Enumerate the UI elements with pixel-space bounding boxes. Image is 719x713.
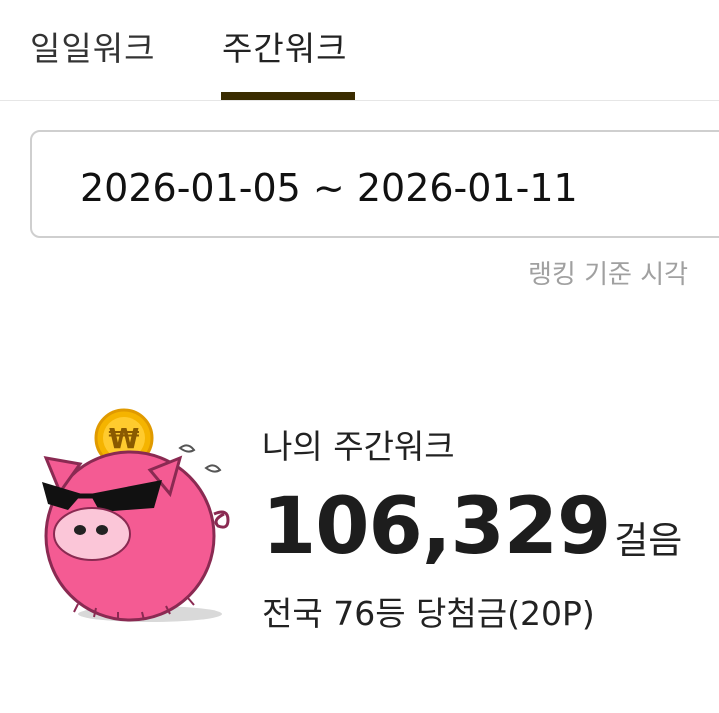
pig-with-coin-icon: ₩ bbox=[42, 408, 230, 622]
steps-value: 106,329 bbox=[262, 482, 611, 572]
steps-count: 106,329 걸음 bbox=[262, 482, 682, 572]
ranking-basis-label: 랭킹 기준 시각 bbox=[528, 260, 689, 290]
steps-unit: 걸음 bbox=[614, 519, 683, 562]
active-tab-indicator bbox=[221, 92, 355, 100]
tab-daily-walk[interactable]: 일일워크 bbox=[30, 22, 155, 70]
date-range-text: 2026-01-05 ~ 2026-01-11 bbox=[80, 166, 578, 210]
date-range-selector[interactable]: 2026-01-05 ~ 2026-01-11 bbox=[30, 130, 719, 238]
svg-text:₩: ₩ bbox=[109, 422, 140, 455]
tab-weekly-walk[interactable]: 주간워크 bbox=[222, 22, 347, 70]
tab-bar: 일일워크 주간워크 bbox=[0, 0, 719, 101]
my-weekly-walk-title: 나의 주간워크 bbox=[262, 427, 455, 466]
rank-prize-text: 전국 76등 당첨금(20P) bbox=[262, 594, 595, 633]
